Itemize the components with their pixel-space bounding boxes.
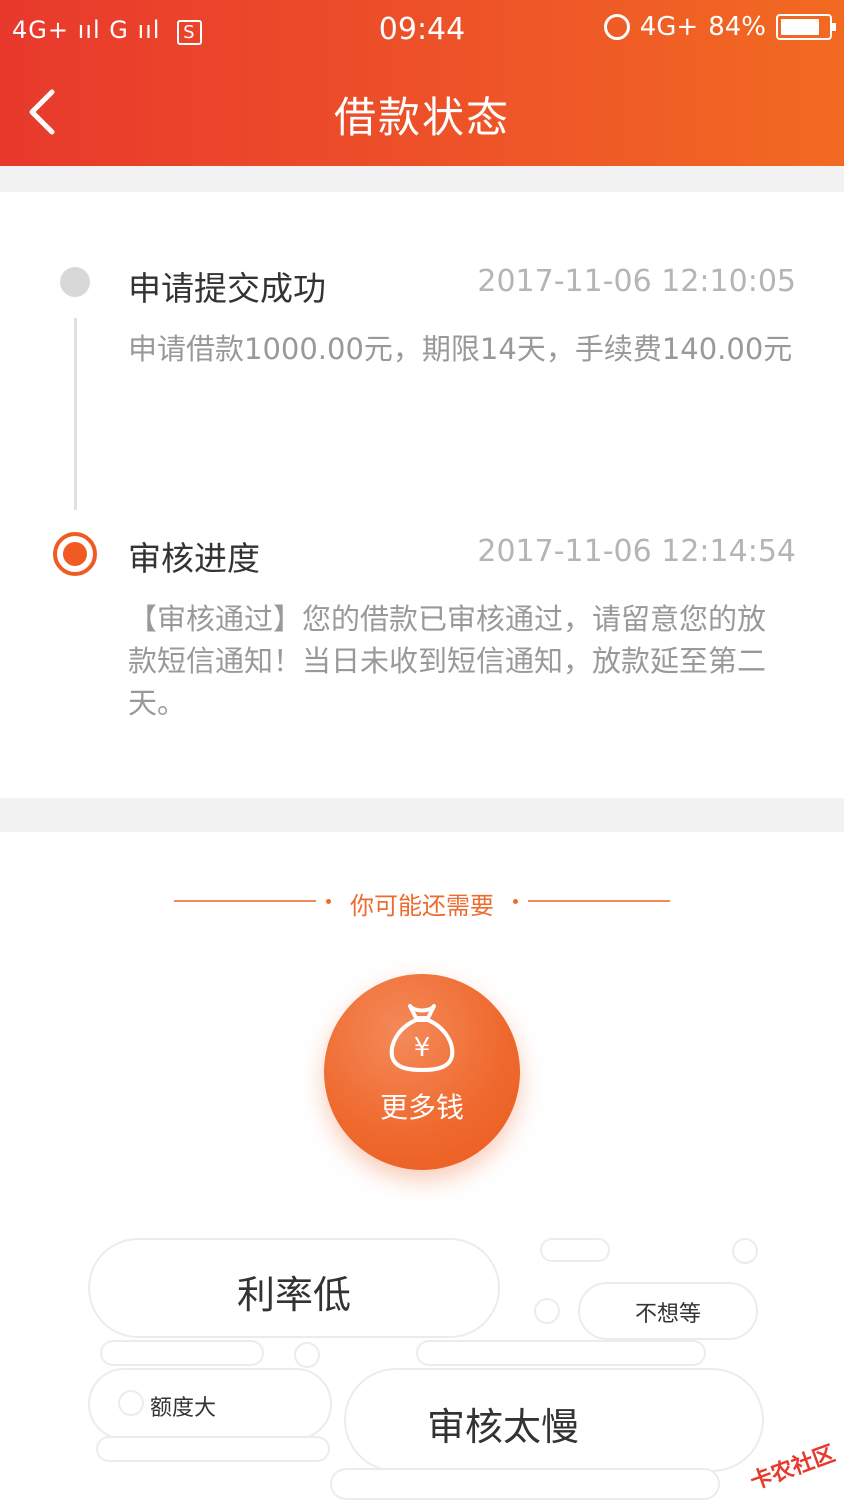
decor-bubble — [294, 1342, 320, 1368]
decor-bubble — [118, 1390, 144, 1416]
timeline-connector — [74, 318, 77, 510]
page-title: 借款状态 — [333, 93, 510, 142]
tag-label: 不想等 — [634, 1302, 701, 1327]
step-time: 2017-11-06 12:10:05 — [477, 264, 796, 299]
recommend-heading: 你可能还需要 — [350, 892, 494, 920]
more-money-label: 更多钱 — [379, 1091, 464, 1124]
decor-bubble — [732, 1238, 758, 1264]
alarm-icon — [603, 14, 630, 40]
battery-percent: 84% — [708, 12, 766, 42]
app-header: 4G+ ııl G ııl S 09:44 4G+ 84% 借款状态 — [0, 0, 844, 166]
money-bag-icon: ¥ — [389, 1004, 455, 1072]
step-description: 【审核通过】您的借款已审核通过，请留意您的放款短信通知！当日未收到短信通知，放款… — [128, 602, 767, 720]
decor-pill — [540, 1238, 610, 1262]
step-time: 2017-11-06 12:14:54 — [477, 534, 796, 569]
more-money-button[interactable]: ¥ 更多钱 — [324, 974, 520, 1170]
decor-pill — [330, 1468, 720, 1500]
network-label: 4G+ — [639, 12, 699, 42]
step-title: 审核进度 — [128, 539, 260, 578]
tag-label: 审核太慢 — [426, 1405, 579, 1449]
svg-text:¥: ¥ — [414, 1033, 431, 1063]
tag-label: 额度大 — [150, 1396, 217, 1421]
decor-pill — [96, 1436, 330, 1462]
timeline-dot-done — [60, 267, 90, 297]
battery-icon — [776, 14, 836, 40]
divider-dot — [513, 899, 518, 904]
timeline-dot-active — [53, 532, 97, 576]
divider-right — [528, 900, 670, 902]
decor-bubble — [534, 1298, 560, 1324]
step-title: 申请提交成功 — [128, 269, 326, 308]
status-bar: 4G+ ııl G ııl S 09:44 4G+ 84% — [0, 0, 844, 60]
step-description: 申请借款1000.00元，期限14天，手续费140.00元 — [128, 332, 793, 366]
decor-pill — [100, 1340, 264, 1366]
decor-pill — [416, 1340, 706, 1366]
tag-label: 利率低 — [236, 1273, 351, 1317]
